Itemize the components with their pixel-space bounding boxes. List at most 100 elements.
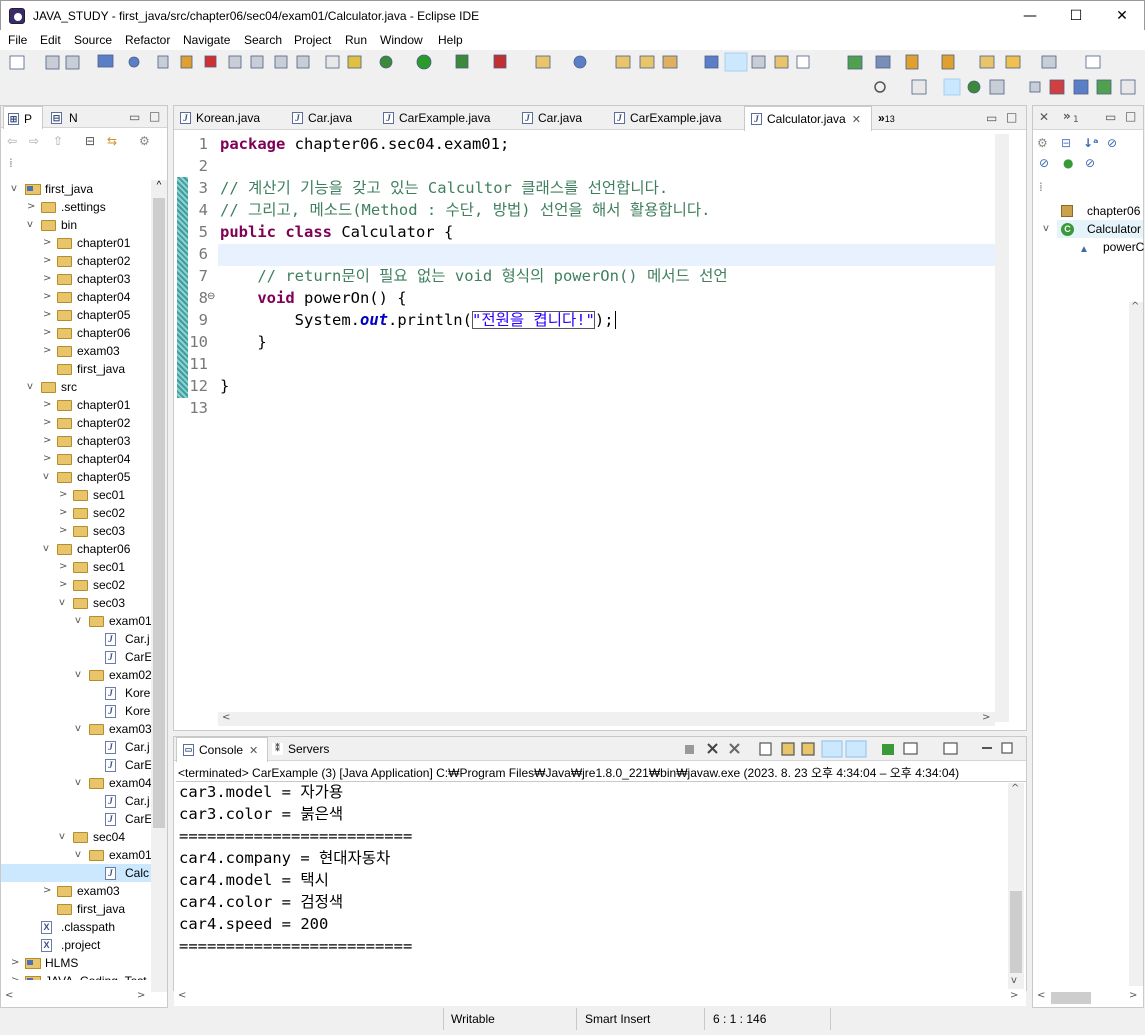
- collapse-arrow-icon[interactable]: v: [59, 828, 69, 846]
- code-line-1[interactable]: package chapter06.sec04.exam01;: [220, 133, 509, 155]
- tab-car-java[interactable]: J Car.java: [286, 106, 378, 130]
- expand-arrow-icon[interactable]: >: [59, 486, 69, 504]
- tree-item[interactable]: > JAVA_Coding_Test: [1, 972, 151, 980]
- tree-item[interactable]: > sec02: [1, 504, 151, 522]
- collapse-arrow-icon[interactable]: v: [11, 180, 21, 198]
- back-icon[interactable]: ⇦: [7, 134, 17, 148]
- collapse-arrow-icon[interactable]: v: [75, 666, 85, 684]
- menu-project[interactable]: Project: [294, 33, 331, 47]
- tree-item[interactable]: > chapter04: [1, 288, 151, 306]
- hide-fields-icon[interactable]: ⊘: [1107, 136, 1117, 150]
- tree-item[interactable]: > sec02: [1, 576, 151, 594]
- tree-item[interactable]: v chapter05: [1, 468, 151, 486]
- tree-item[interactable]: > exam03: [1, 882, 151, 900]
- tree-item[interactable]: > sec03: [1, 522, 151, 540]
- expand-arrow-icon[interactable]: >: [43, 234, 53, 252]
- outline-hscroll[interactable]: < >: [1033, 990, 1143, 1006]
- tab-overflow[interactable]: »13: [874, 106, 895, 130]
- menu-file[interactable]: File: [8, 33, 27, 47]
- fold-icon[interactable]: ⊖: [207, 291, 215, 302]
- more-icon[interactable]: ⁞: [9, 156, 13, 170]
- close-view-icon[interactable]: ✕: [1039, 110, 1049, 124]
- tree-item[interactable]: > chapter01: [1, 234, 151, 252]
- expand-arrow-icon[interactable]: >: [43, 882, 53, 900]
- tree-item[interactable]: v exam01: [1, 846, 151, 864]
- collapse-arrow-icon[interactable]: v: [59, 594, 69, 612]
- scroll-up-icon[interactable]: ^: [1131, 301, 1139, 312]
- scrollbar-thumb[interactable]: [1010, 891, 1022, 973]
- tree-item[interactable]: first_java: [1, 360, 151, 378]
- tree-item[interactable]: > .settings: [1, 198, 151, 216]
- tab-servers[interactable]: ⁑ Servers: [270, 737, 340, 761]
- tree-item[interactable]: > chapter04: [1, 450, 151, 468]
- collapse-arrow-icon[interactable]: v: [75, 846, 85, 864]
- expand-arrow-icon[interactable]: >: [11, 954, 21, 972]
- expand-arrow-icon[interactable]: >: [59, 558, 69, 576]
- tree-item[interactable]: v exam03: [1, 720, 151, 738]
- forward-icon[interactable]: ⇨: [29, 134, 39, 148]
- hide-static-icon[interactable]: ⊘: [1039, 156, 1049, 170]
- tree-item[interactable]: J Car.j: [1, 792, 151, 810]
- collapse-arrow-icon[interactable]: v: [27, 378, 37, 396]
- code-line-9[interactable]: System.out.println("전원을 켭니다!");: [220, 309, 616, 331]
- expand-arrow-icon[interactable]: >: [43, 270, 53, 288]
- collapse-arrow-icon[interactable]: v: [43, 468, 53, 486]
- tree-item[interactable]: > chapter05: [1, 306, 151, 324]
- link-editor-icon[interactable]: ⇆: [107, 134, 117, 148]
- expand-arrow-icon[interactable]: >: [43, 306, 53, 324]
- maximize-editor-icon[interactable]: □: [1006, 110, 1017, 124]
- tree-item[interactable]: v src: [1, 378, 151, 396]
- tree-item[interactable]: X .classpath: [1, 918, 151, 936]
- tree-item[interactable]: > chapter02: [1, 414, 151, 432]
- tree-item[interactable]: J CarE: [1, 756, 151, 774]
- menu-search[interactable]: Search: [244, 33, 282, 47]
- tree-item[interactable]: > chapter06: [1, 324, 151, 342]
- tree-item[interactable]: > chapter03: [1, 270, 151, 288]
- tree-item[interactable]: first_java: [1, 900, 151, 918]
- scroll-left-icon[interactable]: <: [1037, 990, 1045, 1001]
- code-line-3[interactable]: // 계산기 기능을 갖고 있는 Calcultor 클래스를 선언합니다.: [220, 177, 668, 199]
- tree-item[interactable]: v exam01: [1, 612, 151, 630]
- scroll-right-icon[interactable]: >: [982, 712, 990, 723]
- collapse-arrow-icon[interactable]: v: [27, 216, 37, 234]
- menu-window[interactable]: Window: [380, 33, 423, 47]
- tab-korean-java[interactable]: J Korean.java: [174, 106, 282, 130]
- tree-item[interactable]: X .project: [1, 936, 151, 954]
- close-tab-icon[interactable]: ✕: [249, 745, 258, 757]
- tree-item[interactable]: J Kore: [1, 684, 151, 702]
- collapse-all-icon[interactable]: ⊟: [85, 134, 95, 148]
- scroll-up-icon[interactable]: ^: [1011, 783, 1019, 794]
- tab-carexample-java-2[interactable]: J CarExample.java: [608, 106, 736, 130]
- expand-arrow-icon[interactable]: >: [43, 324, 53, 342]
- expand-arrow-icon[interactable]: >: [43, 450, 53, 468]
- tree-item[interactable]: v bin: [1, 216, 151, 234]
- collapse-arrow-icon[interactable]: v: [43, 540, 53, 558]
- maximize-button[interactable]: ☐: [1053, 1, 1099, 31]
- maximize-panel-icon[interactable]: □: [149, 109, 160, 123]
- outline-class[interactable]: v C Calculator: [1043, 220, 1143, 238]
- hide-local-types-icon[interactable]: ⊘: [1085, 156, 1095, 170]
- scrollbar-thumb[interactable]: [153, 198, 165, 828]
- tree-item[interactable]: v exam04: [1, 774, 151, 792]
- tree-item[interactable]: J Car.j: [1, 630, 151, 648]
- expand-arrow-icon[interactable]: >: [43, 288, 53, 306]
- code-line-5[interactable]: public class Calculator {: [220, 221, 453, 243]
- minimize-panel-icon[interactable]: ▭: [1105, 110, 1116, 124]
- code-line-4[interactable]: // 그리고, 메소드(Method : 수단, 방법) 선언을 해서 활용합니…: [220, 199, 711, 221]
- tree-item[interactable]: > chapter03: [1, 432, 151, 450]
- tree-item[interactable]: > chapter01: [1, 396, 151, 414]
- expand-arrow-icon[interactable]: >: [43, 432, 53, 450]
- tree-item[interactable]: > HLMS: [1, 954, 151, 972]
- tree-item[interactable]: v chapter06: [1, 540, 151, 558]
- collapse-arrow-icon[interactable]: v: [75, 612, 85, 630]
- collapse-icon[interactable]: ⚙: [1037, 136, 1048, 150]
- minimize-panel-icon[interactable]: ▭: [129, 110, 140, 124]
- hide-nonpublic-icon[interactable]: ●: [1063, 156, 1073, 170]
- explorer-scrollbar[interactable]: ^: [151, 180, 167, 992]
- expand-arrow-icon[interactable]: >: [59, 576, 69, 594]
- close-tab-icon[interactable]: ✕: [852, 114, 861, 126]
- scroll-right-icon[interactable]: >: [1010, 990, 1018, 1001]
- scroll-left-icon[interactable]: <: [5, 990, 13, 1001]
- expand-arrow-icon[interactable]: >: [43, 396, 53, 414]
- editor-vscroll[interactable]: [995, 134, 1009, 722]
